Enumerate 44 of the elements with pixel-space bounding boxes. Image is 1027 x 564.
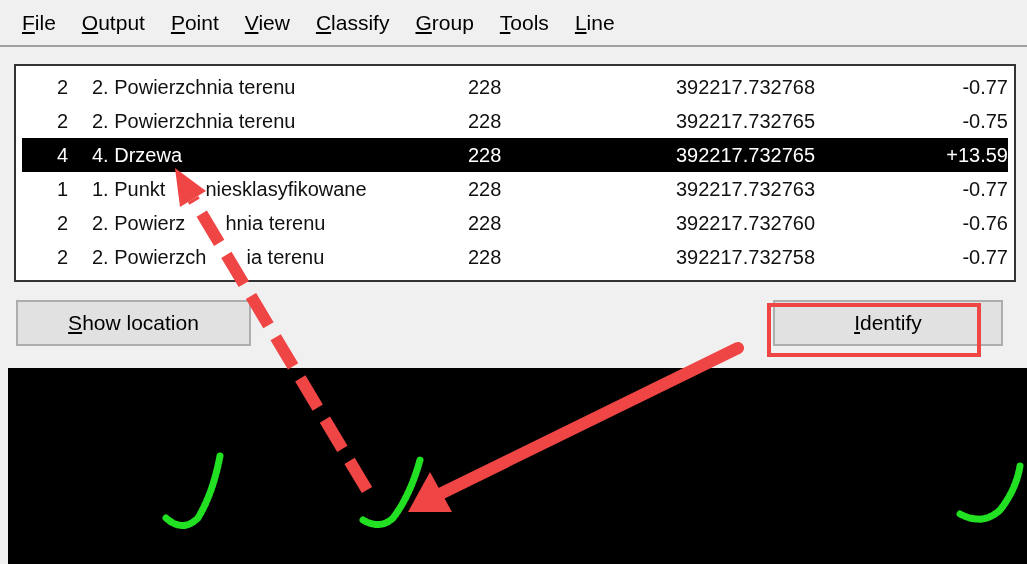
height-cell-text: -0.77 [961,245,1008,270]
table-cell-text: 228 [468,109,503,134]
coordinate-cell-text: 392217.732768 [675,75,817,100]
class-name: 1. Punkt [92,177,166,202]
class-number: 2 [55,211,68,236]
coordinate-cell-text: 392217.732765 [675,143,817,168]
coordinate-cell-text: 392217.732760 [675,211,817,236]
class-name: ia terenu [246,245,325,270]
height-cell-text: -0.75 [961,109,1008,134]
table-cell-text: 228 [468,245,503,270]
menu-item[interactable]: Classify [315,6,390,39]
identify-button[interactable]: Identify [773,300,1003,346]
menu-item[interactable]: Point [170,6,219,39]
class-number: 1 [55,177,68,202]
menu-item[interactable]: Tools [499,6,549,39]
table-cell-text: 228 [468,143,503,168]
class-name: 2. Powierz [92,211,186,236]
class-name: 2. Powierzchnia terenu [91,109,297,134]
class-name: 4. Drzewa [91,143,184,168]
menu-item[interactable]: View [244,6,290,39]
menu-item[interactable]: Group [415,6,474,39]
class-number: 2 [55,109,68,134]
show-location-button[interactable]: Show location [16,300,251,346]
class-number: 2 [55,245,68,270]
height-cell-text: +13.59 [945,143,1008,168]
height-cell-text: -0.77 [961,177,1008,202]
class-name: hnia terenu [225,211,326,236]
class-number: 2 [55,75,68,100]
class-name: niesklasyfikowane [205,177,367,202]
table-cell-text: 228 [468,211,503,236]
selected-row[interactable]: 4 4. Drzewa 228 392217.732765 +13.59 [22,138,1008,172]
class-number: 4 [55,143,68,168]
table-cell-text: 228 [468,177,503,202]
menu-item[interactable]: File [22,6,56,39]
coordinate-cell-text: 392217.732758 [675,245,817,270]
coordinate-cell-text: 392217.732765 [675,109,817,134]
height-cell-text: -0.76 [961,211,1008,236]
coordinate-cell-text: 392217.732763 [675,177,817,202]
table-cell-text: 228 [468,75,503,100]
class-name: 2. Powierzchnia terenu [91,75,297,100]
menu-item[interactable]: Line [574,6,615,39]
class-name: 2. Powierzch [92,245,207,270]
height-cell-text: -0.77 [961,75,1008,100]
menu-item[interactable]: Output [81,6,145,39]
